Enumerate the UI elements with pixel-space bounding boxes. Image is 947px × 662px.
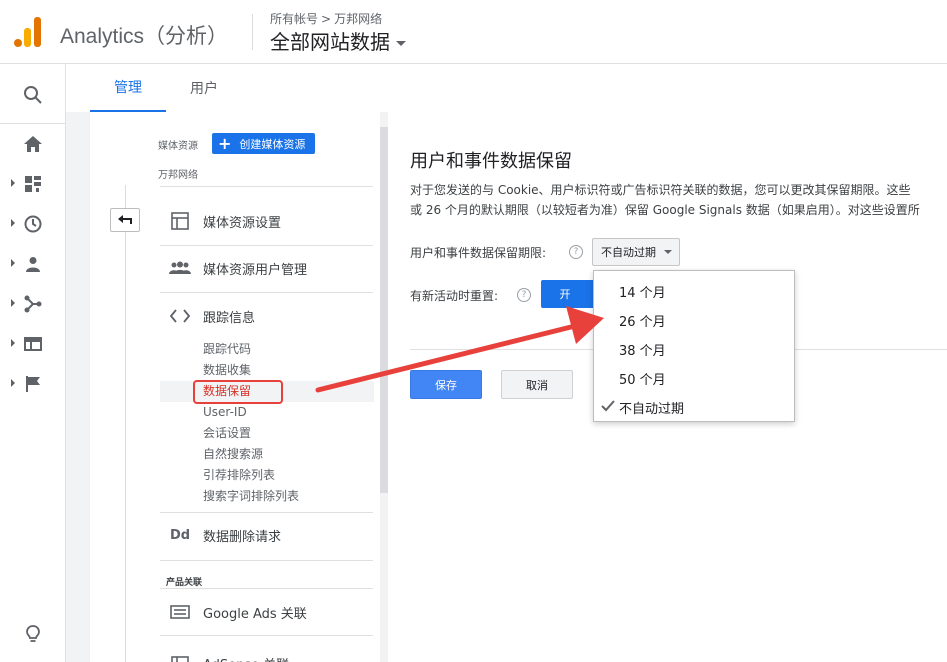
menu-label: 媒体资源用户管理 [203,262,308,278]
analytics-logo-icon[interactable] [14,17,42,47]
option-no-auto-expire[interactable]: 不自动过期 [594,393,794,422]
lightbulb-icon[interactable] [0,617,66,651]
realtime-icon[interactable] [0,207,66,241]
help-icon[interactable]: ? [517,288,531,302]
acquisition-icon[interactable] [0,287,66,321]
sub-tracking-code[interactable]: 跟踪代码 [203,339,251,360]
menu-adsense-linking[interactable]: AdSense 关联 [160,640,374,662]
property-settings-icon [162,212,198,230]
admin-tab-bar: 管理 用户 [66,64,947,112]
breadcrumb-property[interactable]: 万邦网络 [334,12,382,26]
behavior-icon[interactable] [0,327,66,361]
create-property-button[interactable]: + 创建媒体资源 [212,133,316,154]
users-icon [162,261,198,275]
annotation-highlight-box [193,380,283,404]
expand-arrow-icon [11,219,15,227]
left-nav-rail [0,64,66,662]
menu-label: 媒体资源设置 [203,215,282,231]
option-38-months[interactable]: 38 个月 [594,335,794,364]
menu-label: 跟踪信息 [203,310,256,326]
tab-user[interactable]: 用户 [166,64,242,112]
view-name: 全部网站数据 [270,30,390,54]
sub-user-id[interactable]: User-ID [203,402,247,423]
google-ads-icon [162,605,198,619]
reset-toggle-on[interactable]: 开 [541,280,589,308]
expand-arrow-icon [11,299,15,307]
property-name[interactable]: 万邦网络 [158,166,198,181]
caret-down-icon [396,41,406,46]
column-connector-line [125,185,126,662]
view-selector[interactable]: 全部网站数据 [270,26,406,55]
menu-google-ads-linking[interactable]: Google Ads 关联 [160,589,374,635]
conversions-icon[interactable] [0,367,66,401]
expand-arrow-icon [11,339,15,347]
caret-down-icon [664,250,672,254]
product-linking-label: 产品关联 [166,578,203,588]
sub-session-settings[interactable]: 会话设置 [203,423,251,444]
sub-referral-exclusion[interactable]: 引荐排除列表 [203,465,275,486]
property-section-label: 媒体资源 [158,141,198,152]
back-button[interactable] [110,208,140,232]
chevron-right-icon: > [321,12,332,26]
option-14-months[interactable]: 14 个月 [594,277,794,306]
sub-data-collection[interactable]: 数据收集 [203,360,251,381]
save-button[interactable]: 保存 [410,370,482,399]
description-line-1: 对于您发送的与 Cookie、用户标识符或广告标识符关联的数据，您可以更改其保留… [410,183,911,197]
back-arrow-icon [118,215,132,224]
breadcrumb[interactable]: 所有帐号 > 万邦网络 [270,10,382,27]
divider [160,560,373,561]
cancel-button[interactable]: 取消 [501,370,573,399]
audience-icon[interactable] [0,247,66,281]
adsense-icon [162,656,198,662]
option-50-months[interactable]: 50 个月 [594,364,794,393]
menu-property-settings[interactable]: 媒体资源设置 [160,198,374,244]
menu-property-user-management[interactable]: 媒体资源用户管理 [160,245,374,291]
rail-divider [0,123,66,124]
breadcrumb-account[interactable]: 所有帐号 [270,12,318,26]
reset-on-activity-label: 有新活动时重置: [410,289,499,303]
retention-period-dropdown: 14 个月 26 个月 38 个月 50 个月 不自动过期 [593,270,795,422]
menu-label: 数据删除请求 [203,529,282,545]
app-header: Analytics（分析） 所有帐号 > 万邦网络 全部网站数据 [0,0,947,64]
expand-arrow-icon [11,379,15,387]
sub-search-term-exclusion[interactable]: 搜索字词排除列表 [203,486,299,507]
option-26-months[interactable]: 26 个月 [594,306,794,335]
expand-arrow-icon [11,259,15,267]
menu-tracking-info[interactable]: 跟踪信息 [160,293,374,339]
page-title: 用户和事件数据保留 [410,151,572,172]
search-icon[interactable] [0,78,66,112]
dd-icon: Dd [169,527,191,543]
retention-period-label: 用户和事件数据保留期限: [410,246,547,260]
plus-icon: + [218,133,232,153]
customization-icon[interactable] [0,167,66,201]
help-icon[interactable]: ? [569,245,583,259]
code-icon [162,309,198,323]
retention-period-select[interactable]: 不自动过期 [592,238,680,266]
tab-admin[interactable]: 管理 [90,64,166,112]
home-icon[interactable] [0,127,66,161]
sub-organic-sources[interactable]: 自然搜索源 [203,444,263,465]
create-property-label: 创建媒体资源 [239,137,306,151]
retention-period-value: 不自动过期 [601,246,656,259]
option-label: 不自动过期 [619,402,685,417]
menu-label: AdSense 关联 [203,654,289,662]
menu-label: Google Ads 关联 [203,606,307,622]
checkmark-icon [601,399,615,413]
app-title[interactable]: Analytics（分析） [60,20,228,50]
menu-data-deletion[interactable]: Dd 数据删除请求 [160,512,374,558]
divider [160,635,373,636]
description-line-2: 或 26 个月的默认期限（以较短者为准）保留 Google Signals 数据… [410,203,920,217]
header-divider [252,14,253,50]
property-column-scrollbar[interactable] [380,127,388,493]
expand-arrow-icon [11,179,15,187]
page-description: 对于您发送的与 Cookie、用户标识符或广告标识符关联的数据，您可以更改其保留… [410,180,947,220]
divider [160,186,373,187]
